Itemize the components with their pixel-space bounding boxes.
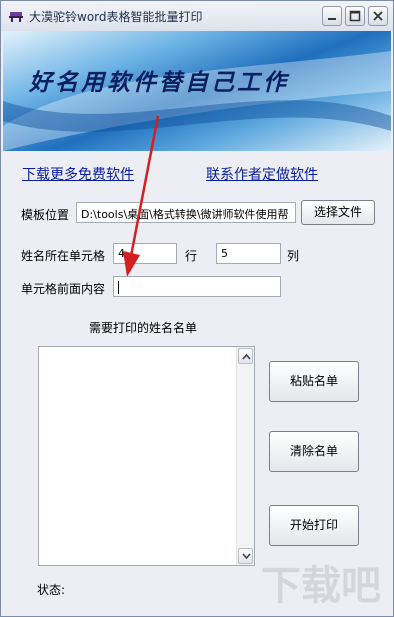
name-list-label: 需要打印的姓名名单 [89,321,198,335]
title-bar: 大漠驼铃word表格智能批量打印 [1,1,393,31]
list-scrollbar[interactable] [236,347,254,565]
start-print-button[interactable]: 开始打印 [269,505,359,546]
minimize-icon [328,18,336,20]
cell-prefix-label: 单元格前面内容 [21,282,106,296]
template-location-label: 模板位置 [21,208,70,222]
template-path-input[interactable]: D:\tools\桌面\格式转换\微讲师软件使用帮 [76,202,296,223]
contact-author-link[interactable]: 联系作者定做软件 [206,164,318,184]
text-caret [118,280,119,294]
column-label: 列 [287,249,300,263]
chevron-up-icon [242,353,251,360]
maximize-button[interactable] [345,6,365,26]
clear-list-button[interactable]: 清除名单 [269,431,359,472]
name-cell-label: 姓名所在单元格 [21,249,106,263]
download-more-link[interactable]: 下载更多免费软件 [22,164,134,184]
maximize-icon [349,10,361,22]
scroll-up-button[interactable] [238,348,253,364]
main-window: 大漠驼铃word表格智能批量打印 好名用软件替自己工作 下载更多免费软件 联系作… [0,0,394,617]
watermark-text: 下载吧 [261,563,381,609]
name-list-box[interactable] [38,346,255,566]
close-icon [373,11,383,21]
window-title: 大漠驼铃word表格智能批量打印 [29,10,203,24]
choose-file-button[interactable]: 选择文件 [301,200,375,225]
status-label: 状态: [37,583,66,597]
header-banner: 好名用软件替自己工作 [3,31,391,151]
paste-list-button[interactable]: 粘贴名单 [269,361,359,402]
close-button[interactable] [368,6,388,26]
column-input[interactable]: 5 [216,243,281,264]
app-icon [9,12,23,22]
minimize-button[interactable] [322,6,342,26]
banner-slogan: 好名用软件替自己工作 [29,69,289,96]
scroll-down-button[interactable] [238,548,253,564]
row-input[interactable]: 4 [113,243,177,264]
cell-prefix-input[interactable] [113,276,281,297]
chevron-down-icon [242,553,251,560]
watermark-logo: 下载吧 [261,563,381,609]
row-label: 行 [185,249,198,263]
